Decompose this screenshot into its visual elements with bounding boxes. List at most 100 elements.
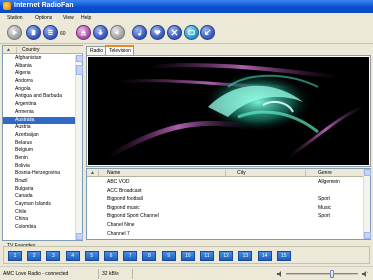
video-display[interactable] [88, 57, 369, 165]
country-item[interactable]: Afghanistan [3, 55, 76, 63]
arrow-down-left-icon [205, 29, 211, 35]
menu-view[interactable]: View [63, 15, 74, 21]
favorite-button-12[interactable]: 12 [219, 251, 234, 261]
country-item[interactable]: Australia [3, 116, 76, 125]
record-icon [48, 29, 53, 35]
country-item[interactable]: Antigua and Barbuda [3, 93, 76, 101]
country-list-scrollbar[interactable] [75, 55, 83, 240]
tab-radio[interactable]: Radio [86, 46, 106, 55]
favorite-button-4[interactable]: 4 [65, 251, 80, 261]
eject-button[interactable] [76, 25, 91, 40]
column-genre[interactable]: Genre [318, 170, 332, 176]
table-row[interactable]: Channel 7 [87, 230, 365, 238]
country-item[interactable]: Cayman Islands [3, 201, 76, 209]
table-row[interactable]: Bigpond football Sport [87, 195, 365, 203]
channel-name: ABC VOD [107, 179, 130, 185]
favorite-button-1[interactable]: 1 [8, 251, 22, 261]
country-list[interactable]: Afghanistan Albania Algeria Andorra Angola An… [3, 55, 76, 232]
speaker-icon [114, 29, 119, 36]
music-icon [138, 29, 142, 36]
table-row[interactable]: Bigpond music Music [87, 204, 365, 212]
favorite-button-14[interactable]: 14 [257, 251, 272, 261]
channel-name: Bigpond football [107, 196, 143, 203]
volume-button[interactable] [110, 25, 125, 40]
country-item[interactable]: Albania [3, 63, 76, 71]
schedule-button[interactable] [93, 25, 108, 40]
country-list-header[interactable]: ▲ Country [3, 46, 83, 54]
scroll-thumb[interactable] [76, 65, 83, 75]
favorite-button-6[interactable]: 6 [104, 251, 118, 261]
favorite-button-7[interactable]: 7 [123, 251, 138, 261]
favorite-button-15[interactable]: 15 [276, 251, 291, 261]
country-item[interactable]: China [3, 216, 76, 224]
record-button[interactable] [43, 25, 58, 40]
column-name[interactable]: Name [107, 170, 120, 176]
favorite-button-13[interactable]: 13 [238, 251, 253, 261]
favorite-button-8[interactable]: 8 [142, 251, 157, 261]
menu-station[interactable]: Station [7, 15, 23, 21]
country-item[interactable]: Bolivia [3, 163, 76, 171]
table-row[interactable]: Chanel Nine [87, 221, 365, 229]
country-item[interactable]: Belgium [3, 147, 76, 155]
scroll-down-icon[interactable] [76, 233, 83, 240]
title-bar: Internet RadioFan [0, 0, 373, 13]
channel-table-scrollbar[interactable] [363, 169, 371, 239]
favorite-button-10[interactable]: 10 [180, 251, 195, 261]
speaker-low-icon [277, 271, 281, 277]
country-item[interactable]: Bosnia-Herzegovina [3, 170, 76, 178]
country-list-panel: ▲ Country Afghanistan Albania Algeria Andor… [2, 45, 83, 241]
channel-name: Bigpond music [107, 204, 140, 211]
toolbar: 60 [0, 22, 373, 44]
app-icon [3, 2, 11, 10]
country-item[interactable]: Bulgaria [3, 186, 76, 194]
country-item[interactable]: Belarus [3, 140, 76, 148]
minimize-button[interactable] [200, 25, 215, 40]
sound-button[interactable] [132, 25, 147, 40]
scroll-up-icon[interactable] [76, 55, 83, 62]
country-column-header[interactable]: Country [22, 47, 40, 53]
country-item[interactable]: Angola [3, 86, 76, 94]
country-item[interactable]: Azerbaijan [3, 132, 76, 140]
favorites-button[interactable] [150, 25, 165, 40]
column-city[interactable]: City [237, 170, 246, 176]
channel-genre: Allgemein [318, 179, 340, 185]
favorite-button-3[interactable]: 3 [46, 251, 61, 261]
play-button[interactable] [7, 25, 22, 40]
country-item[interactable]: Brazil [3, 178, 76, 186]
favorite-button-5[interactable]: 5 [84, 251, 99, 261]
country-item[interactable]: Algeria [3, 70, 76, 78]
menu-help[interactable]: Help [81, 15, 91, 21]
stop-button[interactable] [26, 25, 41, 40]
channel-table: ▲ Name City Genre ABC VOD Allgemein ACC Br… [86, 168, 371, 240]
favorite-button-11[interactable]: 11 [200, 251, 214, 261]
header-separator [225, 170, 226, 176]
country-item[interactable]: Benin [3, 155, 76, 163]
settings-button[interactable] [167, 25, 182, 40]
channel-name: Channel 7 [107, 230, 130, 237]
country-item[interactable]: Argentina [3, 101, 76, 109]
country-item[interactable]: Chile [3, 209, 76, 217]
tab-television[interactable]: Television [105, 45, 134, 55]
country-item[interactable]: Canada [3, 193, 76, 201]
country-item[interactable]: Colombia [3, 224, 76, 232]
country-item[interactable]: Armenia [3, 109, 76, 117]
volume-slider-thumb[interactable] [330, 270, 334, 278]
scroll-down-icon[interactable] [364, 232, 371, 239]
info-button[interactable] [184, 25, 199, 40]
volume-slider-track[interactable] [286, 273, 358, 275]
play-icon [12, 29, 18, 36]
volume-slider-panel [276, 269, 371, 279]
status-bar: AMC Love Radio - connected 32 kB/s [0, 266, 373, 280]
country-item[interactable]: Austria [3, 124, 76, 132]
table-row[interactable]: Bigpond Sport Channel Sport [87, 212, 365, 220]
country-item[interactable]: Andorra [3, 78, 76, 86]
table-row[interactable]: ABC VOD Allgemein [87, 178, 365, 186]
favorite-button-9[interactable]: 9 [161, 251, 176, 261]
menu-options[interactable]: Options [35, 15, 52, 21]
speaker-high-icon [362, 271, 368, 277]
table-row[interactable]: ACC Broadcast [87, 187, 365, 195]
scroll-up-icon[interactable] [364, 169, 371, 176]
favorite-button-2[interactable]: 2 [27, 251, 42, 261]
status-separator [132, 269, 133, 279]
volume-value: 60 [60, 31, 66, 37]
